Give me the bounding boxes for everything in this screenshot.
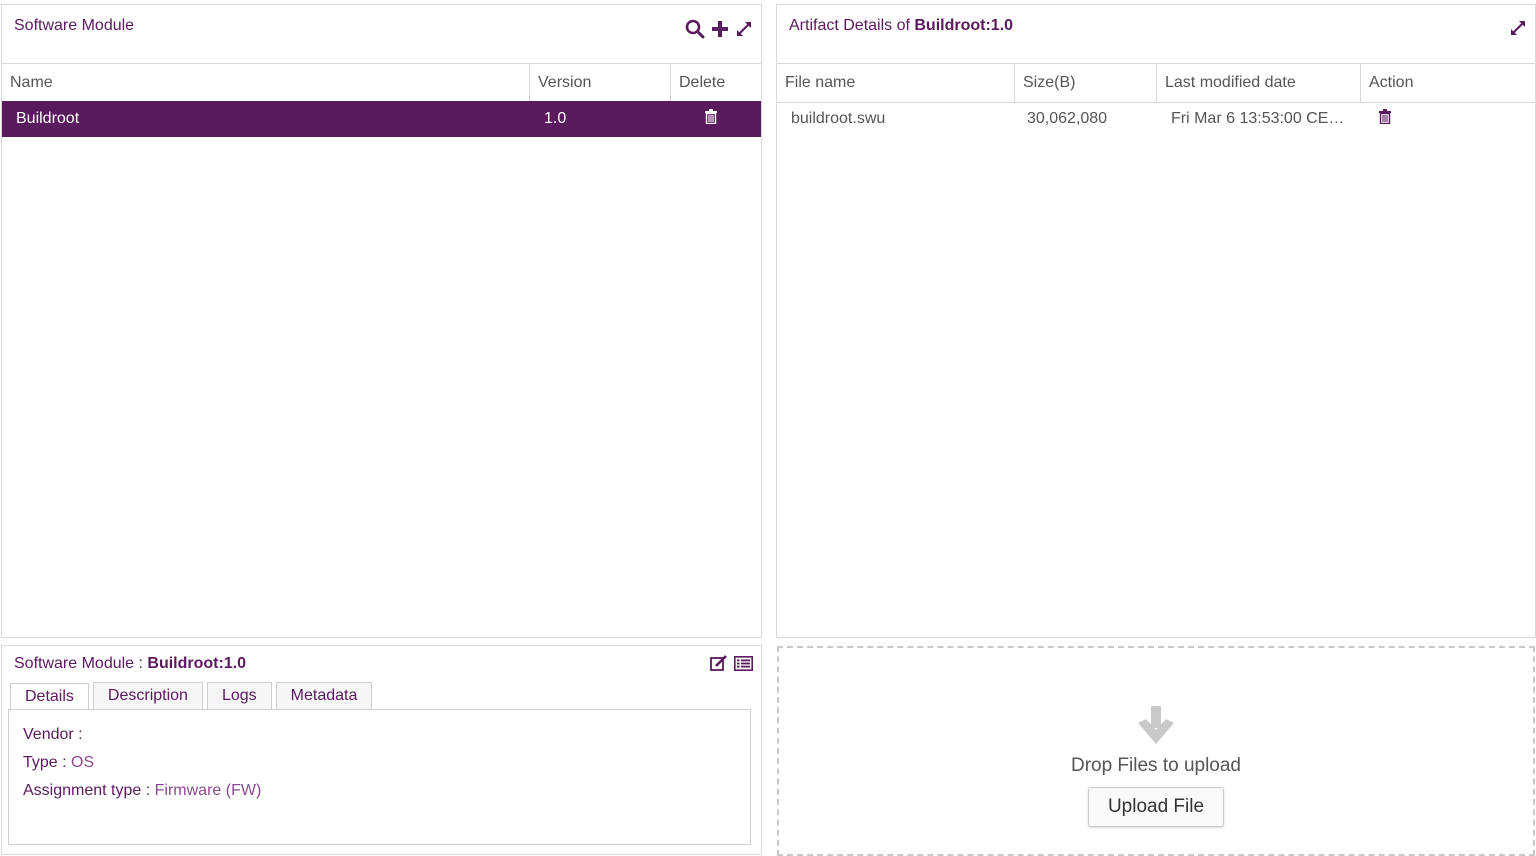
module-details-title: Software Module : Buildroot:1.0	[14, 655, 246, 673]
artifact-details-panel: Artifact Details of Buildroot:1.0 File n…	[776, 4, 1536, 638]
upload-file-button[interactable]: Upload File	[1087, 787, 1225, 827]
table-row[interactable]: Buildroot 1.0	[2, 101, 761, 137]
software-module-table-header: Name Version Delete	[2, 63, 761, 103]
file-name-cell: buildroot.swu	[791, 110, 886, 127]
artifact-toolbar	[1509, 19, 1527, 37]
file-drop-zone[interactable]: Drop Files to upload Upload File	[777, 646, 1535, 856]
delete-cell	[671, 109, 761, 129]
tab-details[interactable]: Details	[10, 683, 89, 710]
expand-icon[interactable]	[735, 20, 753, 38]
trash-icon[interactable]	[705, 109, 717, 124]
arrow-down-icon	[1135, 706, 1177, 746]
column-header-name[interactable]: Name	[2, 64, 530, 102]
vendor-field: Vendor :	[23, 726, 736, 744]
action-cell	[1347, 109, 1535, 129]
details-tab-body: Vendor : Type : OS Assignment type : Fir…	[8, 709, 751, 845]
artifact-title-prefix: Artifact Details of	[789, 17, 915, 34]
module-name-cell: Buildroot	[16, 110, 80, 127]
list-icon[interactable]	[734, 656, 753, 671]
details-tabs: Details Description Logs Metadata	[10, 682, 373, 710]
column-header-last-modified[interactable]: Last modified date	[1157, 64, 1361, 102]
assignment-type-label: Assignment type :	[23, 782, 151, 799]
assignment-type-field: Assignment type : Firmware (FW)	[23, 782, 736, 800]
assignment-type-value: Firmware (FW)	[154, 782, 262, 799]
type-label: Type :	[23, 754, 67, 771]
trash-icon[interactable]	[1379, 109, 1391, 124]
file-size-cell: 30,062,080	[1027, 110, 1108, 127]
vendor-label: Vendor :	[23, 726, 83, 743]
tab-metadata[interactable]: Metadata	[275, 682, 373, 709]
drop-files-text: Drop Files to upload	[1070, 755, 1242, 776]
tab-description[interactable]: Description	[92, 682, 203, 709]
last-modified-cell: Fri Mar 6 13:53:00 CET...	[1171, 110, 1347, 127]
software-module-panel: Software Module Name Version Delete Buil…	[1, 4, 762, 638]
module-details-title-value: Buildroot:1.0	[147, 655, 247, 672]
type-field: Type : OS	[23, 754, 736, 772]
table-row[interactable]: buildroot.swu 30,062,080 Fri Mar 6 13:53…	[777, 101, 1535, 137]
drop-zone-content: Drop Files to upload Upload File	[779, 706, 1533, 827]
module-details-title-prefix: Software Module :	[14, 655, 148, 672]
artifact-table-header: File name Size(B) Last modified date Act…	[777, 63, 1535, 103]
module-version-cell: 1.0	[544, 110, 567, 127]
software-module-toolbar	[685, 19, 753, 39]
column-header-delete[interactable]: Delete	[671, 64, 761, 102]
column-header-action[interactable]: Action	[1361, 64, 1535, 102]
column-header-version[interactable]: Version	[530, 64, 671, 102]
search-icon[interactable]	[685, 19, 705, 39]
column-header-file-name[interactable]: File name	[777, 64, 1015, 102]
artifact-details-title: Artifact Details of Buildroot:1.0	[789, 17, 1013, 35]
expand-icon[interactable]	[1509, 19, 1527, 37]
software-module-title: Software Module	[14, 17, 135, 34]
module-details-panel: Software Module : Buildroot:1.0 Details …	[1, 645, 762, 855]
type-value: OS	[71, 754, 95, 771]
tab-logs[interactable]: Logs	[206, 682, 272, 709]
module-details-toolbar	[710, 655, 753, 672]
column-header-size[interactable]: Size(B)	[1015, 64, 1157, 102]
edit-icon[interactable]	[710, 655, 728, 672]
artifact-title-value: Buildroot:1.0	[914, 17, 1014, 34]
add-icon[interactable]	[711, 20, 729, 38]
